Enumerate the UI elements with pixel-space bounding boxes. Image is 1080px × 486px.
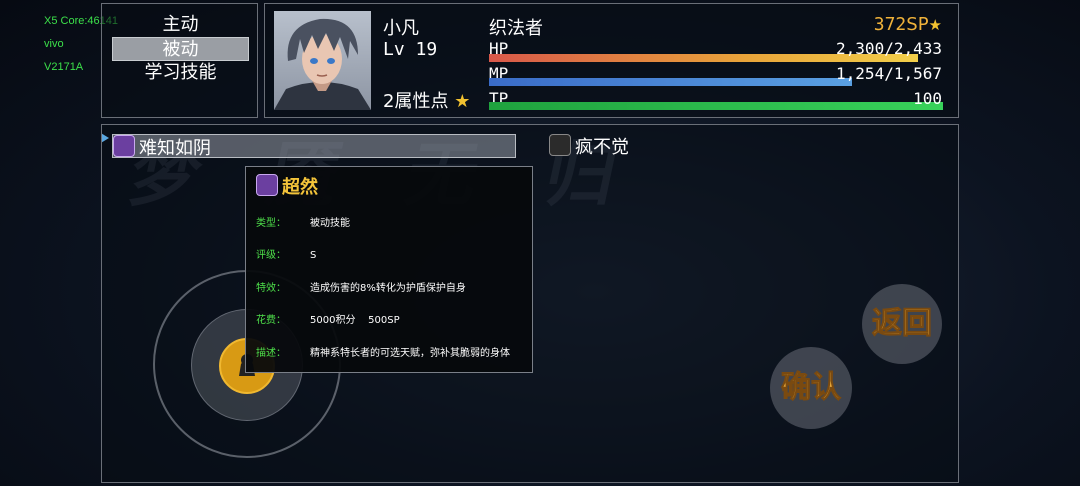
attribute-points-label: 2属性点	[383, 91, 449, 112]
character-level: Lv 19	[383, 39, 438, 60]
skill-item[interactable]: 疯不觉	[549, 134, 849, 158]
tooltip-value: 精神系特长者的可选天赋，弥补其脆弱的身体	[310, 348, 510, 359]
menu-item-passive[interactable]: 被动	[112, 37, 249, 61]
sp-counter: 372SP★	[874, 14, 942, 35]
tooltip-title-text: 超然	[282, 177, 318, 198]
tooltip-row-rank: 评级： S	[256, 246, 316, 261]
confirm-button[interactable]: 确认	[770, 347, 852, 429]
serpent-icon	[549, 134, 571, 156]
tooltip-value: 被动技能	[310, 218, 350, 229]
tooltip-key: 花费：	[256, 315, 286, 326]
sp-unit: SP	[906, 14, 929, 35]
tp-bar-fill	[489, 102, 943, 110]
tooltip-key: 评级：	[256, 250, 286, 261]
tooltip-key: 特效：	[256, 283, 286, 294]
character-class: 织法者	[489, 18, 543, 39]
skill-category-menu: 主动 被动 学习技能	[101, 3, 258, 118]
purple-skull-icon	[256, 174, 278, 196]
character-status-panel: 小凡 Lv 19 2属性点 ★ 织法者 372SP★ HP 2,300/2,43…	[264, 3, 959, 118]
tooltip-row-type: 类型： 被动技能	[256, 214, 350, 229]
tooltip-key: 描述：	[256, 348, 286, 359]
purple-skull-icon	[113, 135, 135, 157]
skill-name: 疯不觉	[575, 137, 629, 158]
tooltip-value: 5000积分 500SP	[310, 315, 400, 326]
character-name: 小凡	[383, 18, 419, 39]
mp-value: 1,254/1,567	[836, 64, 942, 83]
menu-item-active[interactable]: 主动	[112, 13, 249, 37]
star-pair-icon: ★	[928, 16, 942, 34]
star-icon: ★	[454, 91, 471, 112]
attribute-points[interactable]: 2属性点 ★	[383, 87, 470, 113]
back-button[interactable]: 返回	[862, 284, 942, 364]
character-portrait	[274, 11, 371, 110]
tooltip-key: 类型：	[256, 218, 286, 229]
skill-detail-tooltip: 超然 类型： 被动技能 评级： S 特效： 造成伤害的8%转化为护盾保护自身 花费： 5…	[245, 166, 533, 373]
skill-item-selected[interactable]: 难知如阴	[112, 134, 516, 159]
tooltip-value: S	[310, 250, 317, 261]
sp-value: 372	[873, 14, 907, 35]
tooltip-row-effect: 特效： 造成伤害的8%转化为护盾保护自身	[256, 279, 466, 294]
menu-item-learn-skill[interactable]: 学习技能	[112, 61, 249, 85]
mp-bar-fill	[489, 78, 853, 86]
tooltip-value: 造成伤害的8%转化为护盾保护自身	[310, 283, 466, 294]
tooltip-row-description: 描述： 精神系特长者的可选天赋，弥补其脆弱的身体	[256, 344, 510, 359]
tp-value: 100	[913, 89, 942, 108]
selection-cursor-icon	[102, 132, 109, 144]
skill-name: 难知如阴	[139, 138, 211, 159]
tooltip-row-cost: 花费： 5000积分 500SP	[256, 311, 400, 326]
hp-value: 2,300/2,433	[836, 39, 942, 58]
tp-bar	[489, 102, 943, 110]
tooltip-title: 超然	[256, 173, 318, 199]
